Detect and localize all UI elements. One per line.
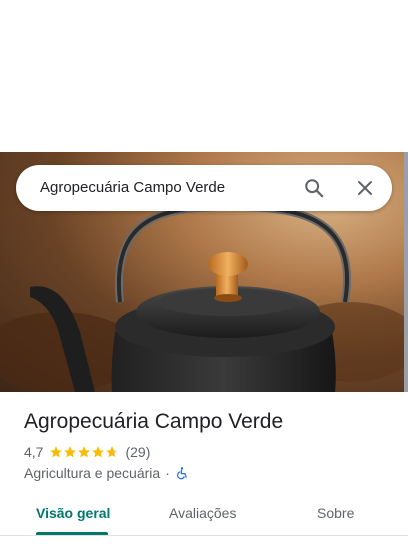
wheelchair-icon	[176, 467, 187, 480]
star-icon	[92, 446, 105, 458]
tab-reviews[interactable]: Avaliações	[169, 505, 236, 521]
category-row: Agricultura e pecuária ·	[24, 465, 189, 481]
tab-overview[interactable]: Visão geral	[36, 505, 110, 521]
rating-value: 4,7	[24, 444, 44, 460]
search-box[interactable]: Agropecuária Campo Verde	[16, 165, 392, 211]
close-icon	[358, 181, 372, 195]
separator: ·	[165, 465, 170, 481]
photo-scrollbar[interactable]	[404, 152, 408, 392]
search-input[interactable]: Agropecuária Campo Verde	[40, 179, 225, 196]
place-tabs: Visão geral Avaliações Sobre	[0, 496, 408, 536]
review-count: (29)	[125, 444, 151, 460]
search-icon	[305, 179, 324, 198]
star-half-icon	[106, 446, 119, 458]
tab-divider	[0, 535, 408, 536]
star-icon	[64, 446, 77, 458]
place-title: Agropecuária Campo Verde	[24, 410, 284, 433]
close-button[interactable]	[349, 172, 381, 204]
rating-stars	[49, 445, 119, 459]
rating-row[interactable]: 4,7 (29)	[24, 444, 150, 460]
tab-about[interactable]: Sobre	[317, 505, 354, 521]
blank-area	[0, 0, 408, 152]
star-icon	[50, 446, 63, 458]
search-button[interactable]	[298, 172, 330, 204]
place-category[interactable]: Agricultura e pecuária	[24, 465, 160, 481]
star-icon	[78, 446, 91, 458]
